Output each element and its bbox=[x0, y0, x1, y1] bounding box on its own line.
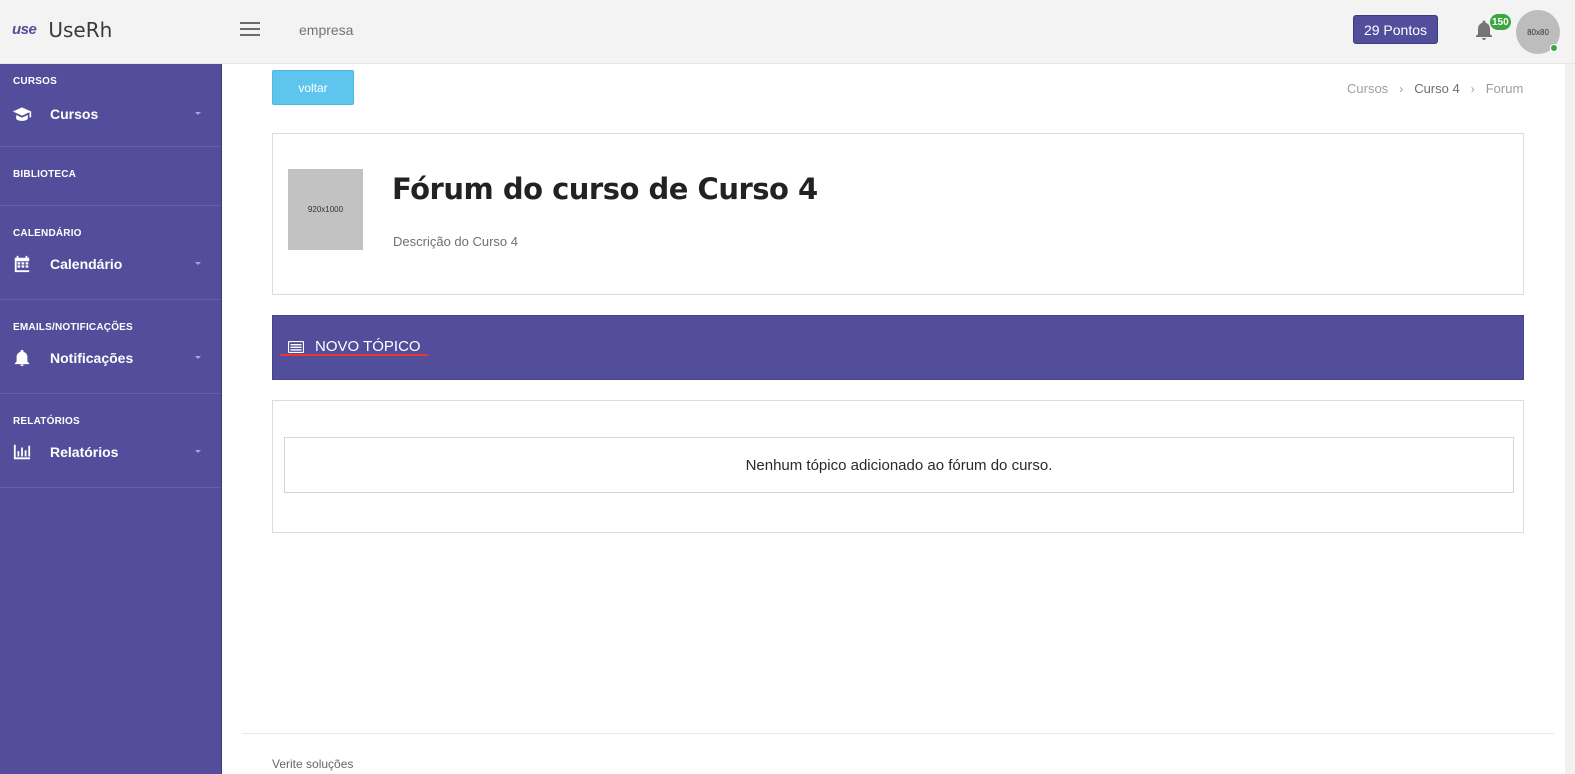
back-button[interactable]: voltar bbox=[272, 70, 354, 105]
chevron-down-icon bbox=[195, 112, 201, 115]
graduation-cap-icon bbox=[12, 107, 32, 121]
annotation-underline bbox=[280, 354, 428, 356]
company-name: empresa bbox=[299, 22, 354, 38]
sidebar-item-relatorios[interactable]: Relatórios bbox=[0, 438, 221, 466]
page-scrollbar[interactable] bbox=[1565, 64, 1575, 774]
sidebar-section-title: RELATÓRIOS bbox=[13, 416, 80, 427]
chevron-down-icon bbox=[195, 262, 201, 265]
sidebar-item-cursos[interactable]: Cursos bbox=[0, 100, 221, 128]
topic-toolbar: NOVO TÓPICO bbox=[272, 315, 1524, 380]
course-description: Descrição do Curso 4 bbox=[393, 234, 518, 249]
course-info-card: 920x1000 Fórum do curso de Curso 4 Descr… bbox=[272, 133, 1524, 295]
sidebar-section-title: CALENDÁRIO bbox=[13, 228, 82, 239]
breadcrumb-item-curso[interactable]: Curso 4 bbox=[1414, 81, 1460, 96]
breadcrumb-item-forum: Forum bbox=[1485, 81, 1524, 96]
top-header: use UseRh empresa 29 Pontos 150 80x80 bbox=[0, 0, 1575, 64]
list-box-icon bbox=[288, 340, 304, 353]
logo-text: UseRh bbox=[48, 18, 113, 42]
sidebar-item-label: Calendário bbox=[50, 256, 123, 272]
footer-text: Verite soluções bbox=[272, 757, 354, 771]
chevron-down-icon bbox=[195, 356, 201, 359]
online-status-dot bbox=[1550, 44, 1558, 52]
sidebar: CURSOS Cursos BIBLIOTECA CALENDÁRIO Cale… bbox=[0, 64, 222, 774]
footer-divider bbox=[242, 733, 1554, 734]
chevron-right-icon: › bbox=[1399, 81, 1404, 96]
new-topic-button[interactable]: NOVO TÓPICO bbox=[288, 338, 421, 355]
sidebar-section-title: CURSOS bbox=[13, 76, 57, 87]
sidebar-item-notificacoes[interactable]: Notificações bbox=[0, 344, 221, 372]
calendar-icon bbox=[14, 255, 30, 273]
course-image: 920x1000 bbox=[288, 169, 363, 250]
sidebar-section-cursos: CURSOS Cursos bbox=[0, 64, 221, 147]
breadcrumb-item-cursos[interactable]: Cursos bbox=[1347, 81, 1388, 96]
sidebar-item-label: Relatórios bbox=[50, 444, 119, 460]
sidebar-section-biblioteca[interactable]: BIBLIOTECA bbox=[0, 147, 221, 206]
sidebar-section-title: BIBLIOTECA bbox=[13, 169, 77, 180]
topics-card: Nenhum tópico adicionado ao fórum do cur… bbox=[272, 400, 1524, 533]
sidebar-item-label: Notificações bbox=[50, 350, 134, 366]
chevron-down-icon bbox=[195, 450, 201, 453]
page-title: Fórum do curso de Curso 4 bbox=[392, 172, 818, 206]
sidebar-section-relatorios: RELATÓRIOS Relatórios bbox=[0, 394, 221, 488]
sidebar-item-label: Cursos bbox=[50, 106, 99, 122]
breadcrumb: Cursos › Curso 4 › Forum bbox=[1347, 81, 1523, 96]
notification-count-badge: 150 bbox=[1490, 14, 1511, 30]
chevron-right-icon: › bbox=[1470, 81, 1475, 96]
sidebar-section-calendario: CALENDÁRIO Calendário bbox=[0, 206, 221, 300]
sidebar-section-notificacoes: EMAILS/NOTIFICAÇÕES Notificações bbox=[0, 300, 221, 394]
sidebar-section-title: EMAILS/NOTIFICAÇÕES bbox=[13, 322, 133, 333]
bell-icon bbox=[14, 349, 30, 367]
sidebar-item-calendario[interactable]: Calendário bbox=[0, 250, 221, 278]
bar-chart-icon bbox=[13, 444, 31, 460]
logo-mark: use bbox=[12, 21, 37, 38]
logo[interactable]: use UseRh bbox=[12, 18, 112, 42]
menu-toggle-icon[interactable] bbox=[240, 22, 260, 40]
new-topic-label: NOVO TÓPICO bbox=[315, 338, 421, 355]
points-badge-button[interactable]: 29 Pontos bbox=[1353, 15, 1438, 44]
empty-state-message: Nenhum tópico adicionado ao fórum do cur… bbox=[284, 437, 1514, 493]
